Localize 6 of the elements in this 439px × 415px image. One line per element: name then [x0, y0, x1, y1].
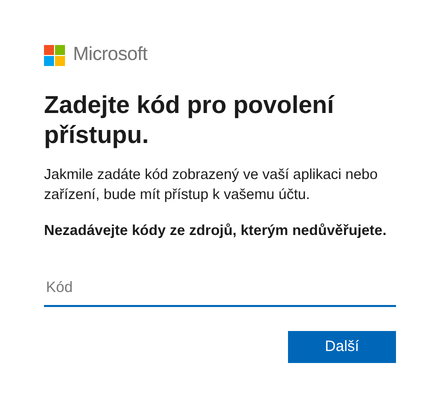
logo-icon	[44, 44, 65, 66]
next-button[interactable]: Další	[288, 331, 396, 363]
logo-text: Microsoft	[73, 43, 148, 67]
page-title: Zadejte kód pro povolení přístupu.	[44, 90, 336, 150]
warning-text: Nezadávejte kódy ze zdrojů, kterým nedůvěřujete.	[44, 222, 388, 240]
description-text: Jakmile zadáte kód zobrazený ve vaší aplikaci nebo zařízení, bude mít přístup k vašemu účtu.	[44, 166, 379, 204]
